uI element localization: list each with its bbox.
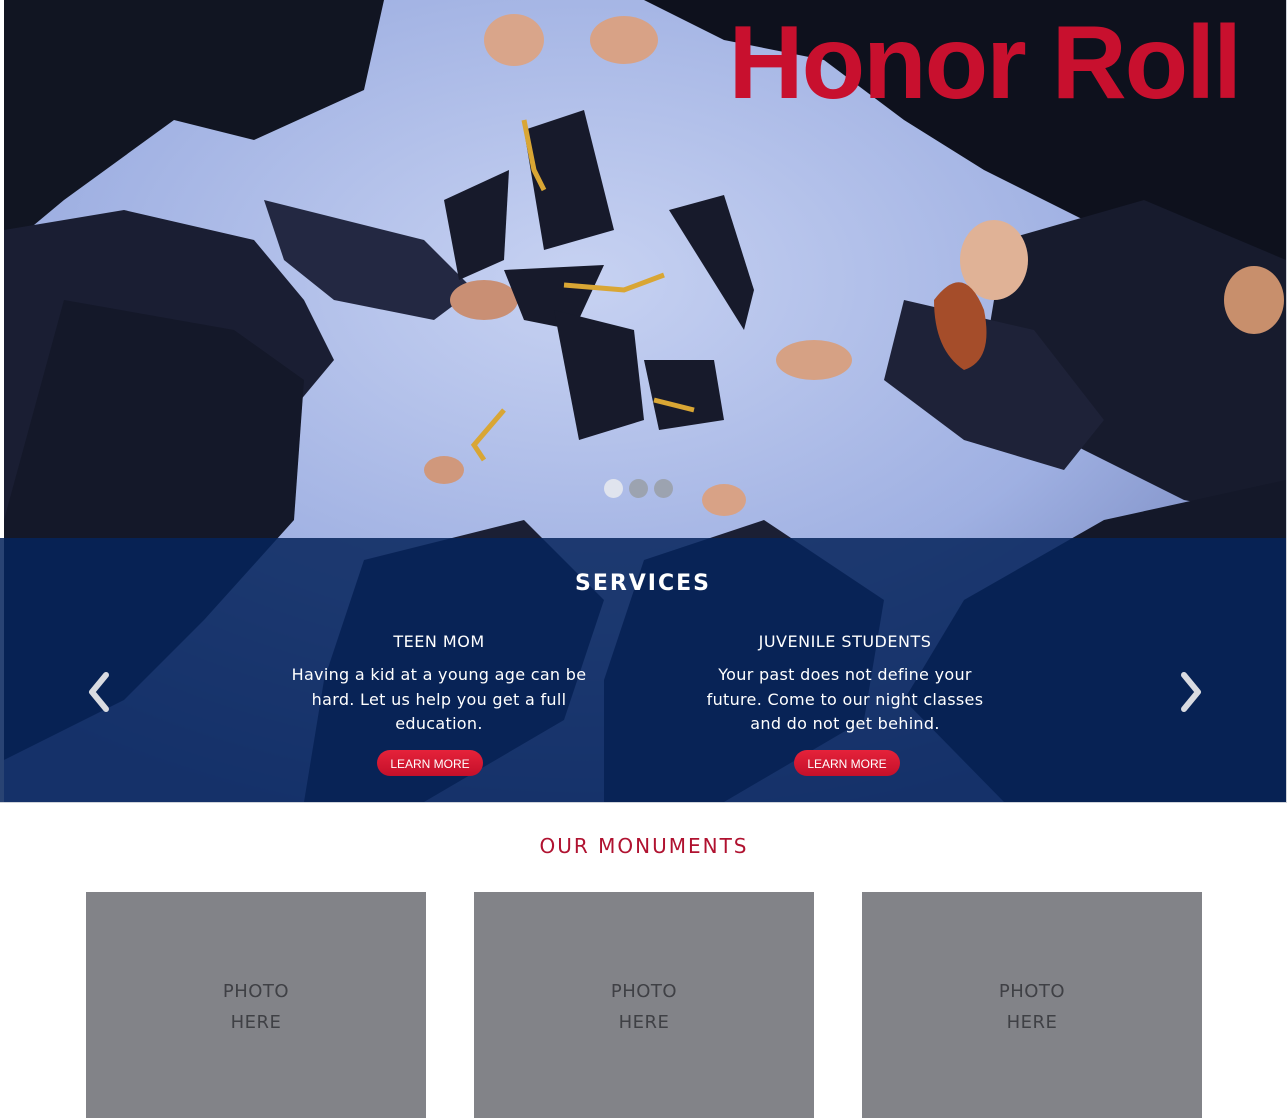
monument-photo-placeholder[interactable]: PHOTO HERE <box>474 892 814 1118</box>
photo-placeholder-label: PHOTO HERE <box>474 976 814 1038</box>
carousel-dot-3[interactable] <box>654 479 673 498</box>
monument-photo-placeholder[interactable]: PHOTO HERE <box>862 892 1202 1118</box>
chevron-left-icon <box>89 672 109 712</box>
placeholder-line-2: HERE <box>1006 1012 1058 1033</box>
page: Honor Roll SERVICES TEEN MOM Having a ki… <box>0 0 1288 1118</box>
carousel-dot-2[interactable] <box>629 479 648 498</box>
photo-placeholder-label: PHOTO HERE <box>862 976 1202 1038</box>
placeholder-line-2: HERE <box>618 1012 670 1033</box>
service-heading: TEEN MOM <box>393 632 485 651</box>
services-prev-button[interactable] <box>84 670 114 714</box>
services-next-button[interactable] <box>1176 670 1206 714</box>
hero-carousel: Honor Roll <box>0 0 1282 538</box>
placeholder-line-1: PHOTO <box>998 981 1066 1002</box>
learn-more-button-teen-mom[interactable]: LEARN MORE <box>377 750 483 776</box>
service-card-juvenile-students: JUVENILE STUDENTS Your past does not def… <box>680 632 1010 737</box>
service-description: Your past does not define your future. C… <box>706 665 984 733</box>
carousel-indicators <box>604 479 673 498</box>
chevron-right-icon <box>1181 672 1201 712</box>
placeholder-line-2: HERE <box>230 1012 282 1033</box>
service-card-teen-mom: TEEN MOM Having a kid at a young age can… <box>274 632 604 737</box>
services-title: SERVICES <box>574 571 712 596</box>
carousel-dot-1[interactable] <box>604 479 623 498</box>
placeholder-line-1: PHOTO <box>222 981 290 1002</box>
service-heading: JUVENILE STUDENTS <box>758 632 932 651</box>
placeholder-line-1: PHOTO <box>610 981 678 1002</box>
photo-placeholder-label: PHOTO HERE <box>86 976 426 1038</box>
monument-photo-placeholder[interactable]: PHOTO HERE <box>86 892 426 1118</box>
learn-more-button-juvenile-students[interactable]: LEARN MORE <box>794 750 900 776</box>
hero-title: Honor Roll <box>728 5 1242 121</box>
monuments-title: OUR MONUMENTS <box>539 834 749 858</box>
service-description: Having a kid at a young age can be hard.… <box>291 665 587 733</box>
services-section: SERVICES TEEN MOM Having a kid at a youn… <box>0 538 1286 802</box>
